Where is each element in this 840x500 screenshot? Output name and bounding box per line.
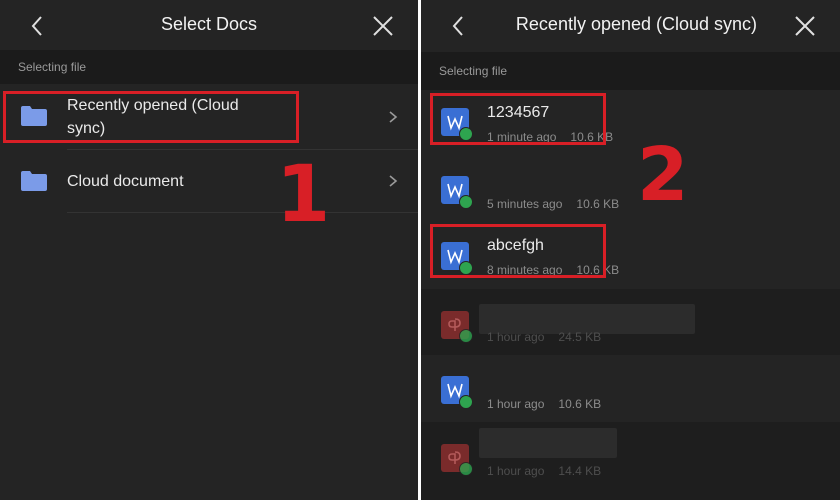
section-label: Selecting file bbox=[421, 52, 840, 90]
step-number-1: 1 bbox=[276, 150, 331, 240]
file-size: 24.5 KB bbox=[558, 330, 602, 344]
folder-row-cloud-document[interactable]: Cloud document bbox=[0, 150, 418, 212]
file-size: 14.4 KB bbox=[558, 464, 602, 478]
file-time: 5 minutes ago bbox=[487, 197, 563, 211]
step-number-2: 2 bbox=[637, 132, 689, 218]
file-time: 1 hour ago bbox=[487, 397, 545, 411]
page-title: Select Docs bbox=[160, 14, 258, 34]
recently-opened-panel: Recently opened (Cloud sync) Selecting f… bbox=[421, 0, 840, 500]
divider bbox=[67, 212, 418, 213]
file-meta: 1 hour ago 24.5 KB bbox=[487, 330, 601, 344]
highlight-box bbox=[3, 91, 299, 143]
redacted-file-name bbox=[479, 428, 617, 458]
file-row[interactable]: 1 hour ago 10.6 KB bbox=[421, 356, 840, 422]
file-time: 1 hour ago bbox=[487, 464, 545, 478]
close-icon[interactable] bbox=[370, 13, 396, 39]
file-meta: 5 minutes ago 10.6 KB bbox=[487, 197, 619, 211]
file-row[interactable]: 5 minutes ago 10.6 KB bbox=[421, 156, 840, 222]
close-icon[interactable] bbox=[792, 13, 818, 39]
select-docs-panel: Select Docs Selecting file Recently open… bbox=[0, 0, 418, 500]
file-row[interactable]: 1 hour ago 14.4 KB bbox=[421, 422, 840, 500]
file-size: 10.6 KB bbox=[558, 397, 602, 411]
highlight-box bbox=[430, 224, 606, 278]
synced-check-icon bbox=[459, 195, 473, 209]
synced-check-icon bbox=[459, 462, 473, 476]
highlight-box bbox=[430, 93, 606, 145]
file-meta: 1 hour ago 14.4 KB bbox=[487, 464, 601, 478]
header: Select Docs bbox=[0, 0, 418, 50]
synced-check-icon bbox=[459, 329, 473, 343]
synced-check-icon bbox=[459, 395, 473, 409]
file-size: 10.6 KB bbox=[576, 197, 620, 211]
file-meta: 1 hour ago 10.6 KB bbox=[487, 397, 601, 411]
folder-icon bbox=[21, 171, 47, 191]
chevron-right-icon bbox=[389, 175, 398, 187]
file-time: 1 hour ago bbox=[487, 330, 545, 344]
header: Recently opened (Cloud sync) bbox=[421, 0, 840, 50]
page-title: Recently opened (Cloud sync) bbox=[515, 14, 758, 34]
section-label: Selecting file bbox=[0, 50, 418, 84]
file-row[interactable]: 1 hour ago 24.5 KB bbox=[421, 289, 840, 355]
folder-label: Cloud document bbox=[67, 173, 184, 190]
chevron-right-icon bbox=[389, 111, 398, 123]
